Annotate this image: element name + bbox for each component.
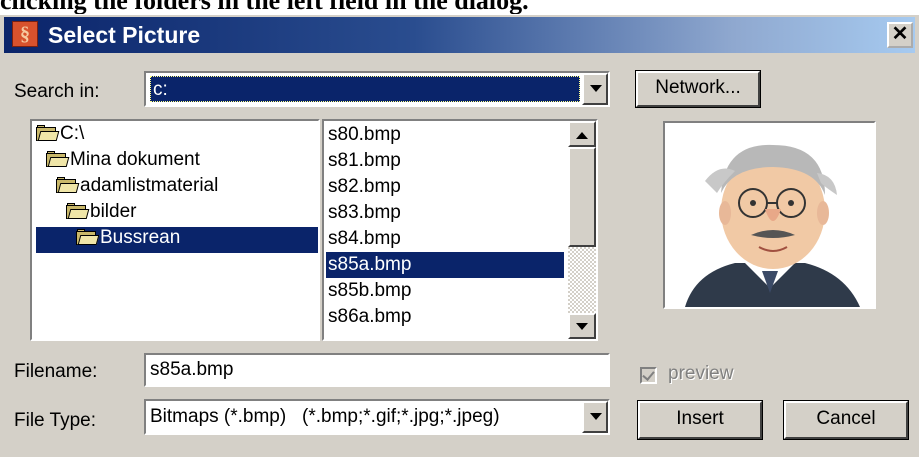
folder-item-bilder[interactable]: bilder: [66, 201, 136, 227]
folder-label: bilder: [90, 201, 137, 222]
folder-label: adamlistmaterial: [80, 175, 219, 196]
insert-button[interactable]: Insert: [637, 400, 763, 440]
preview-image: [663, 121, 876, 309]
chevron-down-icon[interactable]: [582, 73, 608, 105]
network-button[interactable]: Network...: [635, 70, 761, 108]
filename-value: s85a.bmp: [150, 359, 234, 380]
folder-label: Mina dokument: [70, 149, 200, 170]
folder-label: C:\: [60, 123, 85, 144]
file-item[interactable]: s82.bmp: [328, 174, 401, 200]
preview-label: preview: [668, 363, 734, 384]
search-in-dropdown[interactable]: c:: [144, 71, 610, 107]
scroll-thumb[interactable]: [568, 147, 596, 247]
file-type-label: File Type:: [14, 410, 97, 431]
file-list-scrollbar[interactable]: [568, 121, 596, 339]
chevron-down-icon[interactable]: [582, 401, 608, 433]
scroll-up-icon[interactable]: [568, 121, 596, 147]
file-type-value: Bitmaps (*.bmp) (*.bmp;*.gif;*.jpg;*.jpe…: [150, 406, 500, 427]
folder-open-icon: [46, 151, 70, 167]
preview-checkbox[interactable]: [640, 367, 657, 384]
folder-label: Bussrean: [100, 227, 181, 248]
search-in-label: Search in:: [14, 81, 100, 102]
file-item[interactable]: s80.bmp: [328, 122, 401, 148]
folder-open-icon: [36, 125, 60, 141]
folder-open-icon: [66, 203, 90, 219]
folder-open-icon: [56, 177, 80, 193]
folder-item-mina-dokument[interactable]: Mina dokument: [46, 149, 200, 175]
select-picture-dialog: § Select Picture ✕ Search in: c: Network…: [0, 14, 919, 457]
search-in-value: c:: [150, 76, 580, 102]
insert-button-label: Insert: [676, 408, 724, 429]
file-item[interactable]: s81.bmp: [328, 148, 401, 174]
filename-label: Filename:: [14, 361, 98, 382]
dialog-title: Select Picture: [48, 22, 201, 48]
file-item[interactable]: s85b.bmp: [328, 278, 411, 304]
folder-item-c[interactable]: C:\: [36, 123, 84, 149]
app-icon: §: [12, 21, 38, 47]
folder-tree[interactable]: C:\ Mina dokument adamlistmaterial bilde…: [30, 119, 320, 341]
portrait-illustration: [685, 144, 860, 307]
filename-input[interactable]: s85a.bmp: [144, 353, 610, 387]
folder-open-icon: [76, 229, 100, 245]
file-item[interactable]: s84.bmp: [328, 226, 401, 252]
file-type-dropdown[interactable]: Bitmaps (*.bmp) (*.bmp;*.gif;*.jpg;*.jpe…: [144, 399, 610, 435]
file-item-selected[interactable]: s85a.bmp: [326, 252, 564, 278]
title-bar[interactable]: § Select Picture ✕: [4, 17, 915, 53]
folder-item-adamlistmaterial[interactable]: adamlistmaterial: [56, 175, 218, 201]
file-item[interactable]: s83.bmp: [328, 200, 401, 226]
file-item[interactable]: s86a.bmp: [328, 304, 411, 330]
folder-item-bussrean[interactable]: Bussrean: [36, 227, 318, 253]
cancel-button-label: Cancel: [816, 408, 876, 429]
scroll-down-icon[interactable]: [568, 313, 596, 339]
close-button[interactable]: ✕: [887, 22, 913, 48]
network-button-label: Network...: [655, 77, 741, 98]
file-list[interactable]: s80.bmp s81.bmp s82.bmp s83.bmp s84.bmp …: [322, 119, 598, 341]
cancel-button[interactable]: Cancel: [783, 400, 909, 440]
